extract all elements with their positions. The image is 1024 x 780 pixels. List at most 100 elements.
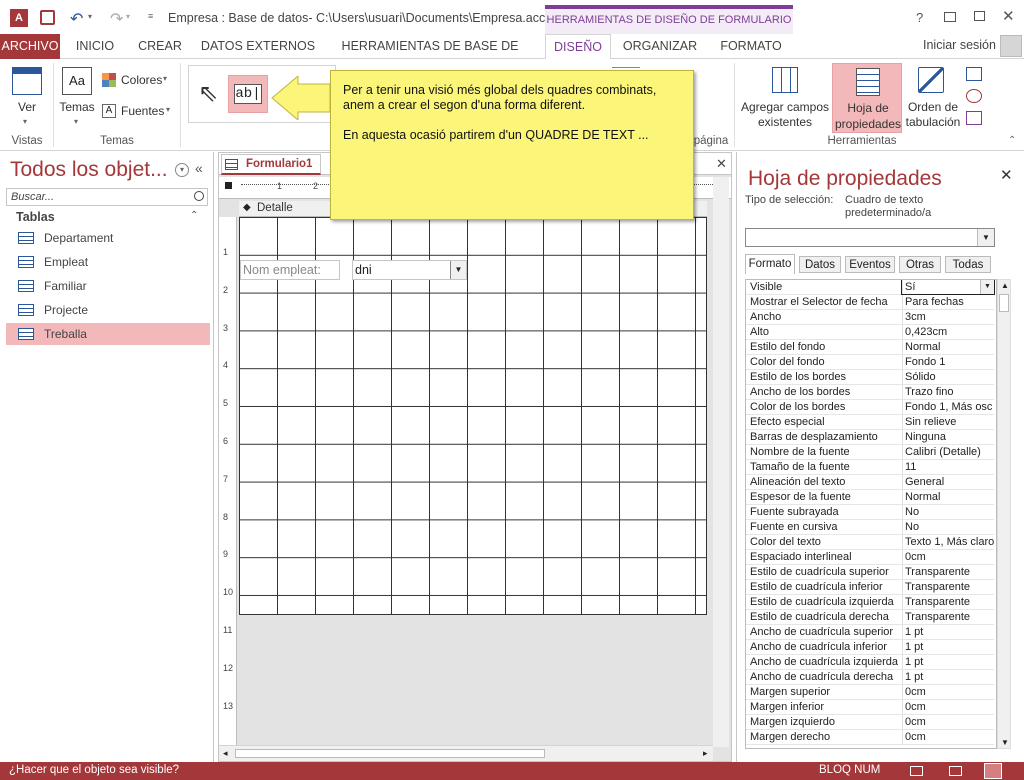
property-value[interactable]: Para fechas — [902, 295, 994, 309]
property-value[interactable]: Normal — [902, 340, 994, 354]
colors-icon[interactable] — [102, 73, 116, 87]
scroll-left-icon[interactable]: ◂ — [223, 748, 228, 759]
property-row[interactable]: Mostrar el Selector de fecha Para fechas — [746, 295, 994, 310]
property-row[interactable]: Estilo del fondo Normal — [746, 340, 994, 355]
tab-order-icon[interactable] — [918, 67, 944, 93]
property-row[interactable]: Barras de desplazamiento Ninguna — [746, 430, 994, 445]
view-dropdown-icon[interactable]: ▾ — [23, 117, 27, 126]
property-row[interactable]: Espesor de la fuente Normal — [746, 490, 994, 505]
property-value[interactable]: Normal — [902, 490, 994, 504]
maximize-button[interactable] — [974, 11, 985, 21]
close-document-icon[interactable]: ✕ — [716, 156, 727, 172]
vertical-scrollbar[interactable] — [713, 177, 729, 747]
object-selector[interactable]: ▼ — [745, 228, 995, 247]
tab-formato[interactable]: FORMATO — [712, 34, 790, 59]
property-row[interactable]: Fuente subrayada No — [746, 505, 994, 520]
property-value[interactable]: 0cm — [902, 700, 994, 714]
customize-qat-icon[interactable]: ≡ — [148, 11, 153, 21]
nav-section-tables[interactable]: Tablas — [16, 210, 55, 224]
nav-item-departament[interactable]: Departament — [6, 227, 210, 249]
property-row[interactable]: Margen derecho 0cm — [746, 730, 994, 745]
design-view-icon[interactable] — [984, 763, 1002, 779]
tab-archivo[interactable]: ARCHIVO — [0, 34, 60, 59]
property-value[interactable]: 0,423cm — [902, 325, 994, 339]
property-value[interactable]: Calibri (Detalle) — [902, 445, 994, 459]
property-row[interactable]: Alineación del texto General — [746, 475, 994, 490]
property-value[interactable]: Transparente — [902, 610, 994, 624]
view-button[interactable]: Ver — [10, 100, 44, 115]
property-scrollbar[interactable]: ▲ ▼ — [997, 279, 1011, 749]
select-pointer-icon[interactable]: ⇖ — [198, 79, 218, 108]
property-row[interactable]: Margen superior 0cm — [746, 685, 994, 700]
property-value[interactable]: Trazo fino — [902, 385, 994, 399]
redo-icon[interactable]: ↷ — [110, 9, 123, 29]
scroll-thumb[interactable] — [999, 294, 1009, 312]
shutter-bar-icon[interactable]: « — [195, 160, 203, 176]
collapse-section-icon[interactable]: ⌃ — [190, 210, 198, 221]
property-value[interactable]: Transparente — [902, 565, 994, 579]
themes-icon[interactable]: Aa — [62, 67, 92, 95]
property-value[interactable]: No — [902, 520, 994, 534]
colors-button[interactable]: Colores — [121, 73, 162, 88]
tab-inicio[interactable]: INICIO — [66, 34, 124, 59]
tab-herramientas-bd[interactable]: HERRAMIENTAS DE BASE DE DATOS — [326, 34, 534, 77]
property-row[interactable]: Ancho de los bordes Trazo fino — [746, 385, 994, 400]
property-value[interactable]: Texto 1, Más claro — [902, 535, 994, 549]
property-value[interactable]: General — [902, 475, 994, 489]
property-value[interactable]: Ninguna — [902, 430, 994, 444]
view-code-icon[interactable] — [966, 89, 982, 103]
layout-view-icon[interactable] — [949, 766, 962, 776]
property-row[interactable]: Ancho de cuadrícula derecha 1 pt — [746, 670, 994, 685]
property-row[interactable]: Nombre de la fuente Calibri (Detalle) — [746, 445, 994, 460]
property-row[interactable]: Estilo de cuadrícula inferior Transparent… — [746, 580, 994, 595]
property-row[interactable]: Espaciado interlineal 0cm — [746, 550, 994, 565]
property-value[interactable]: Fondo 1, Más osc — [902, 400, 994, 414]
nav-item-treballa[interactable]: Treballa — [6, 323, 210, 345]
property-row[interactable]: Ancho de cuadrícula izquierda 1 pt — [746, 655, 994, 670]
tab-diseno[interactable]: DISEÑO — [545, 34, 611, 60]
property-value[interactable]: 0cm — [902, 685, 994, 699]
tab-crear[interactable]: CREAR — [132, 34, 188, 59]
dropdown-arrow-icon[interactable]: ▼ — [980, 280, 994, 294]
view-icon[interactable] — [12, 67, 42, 95]
property-value[interactable]: 1 pt — [902, 625, 994, 639]
tab-order-button[interactable]: Orden de tabulación — [902, 100, 964, 130]
property-sheet-button[interactable]: Hoja de propiedades — [832, 63, 902, 133]
close-window-button[interactable]: ✕ — [1002, 7, 1015, 25]
nav-menu-icon[interactable]: ▾ — [175, 163, 189, 177]
scroll-thumb[interactable] — [235, 749, 545, 758]
undo-dropdown-icon[interactable]: ▾ — [88, 12, 92, 21]
redo-dropdown-icon[interactable]: ▾ — [126, 12, 130, 21]
property-row[interactable]: Alto 0,423cm — [746, 325, 994, 340]
tab-datos-externos[interactable]: DATOS EXTERNOS — [198, 34, 318, 59]
property-row[interactable]: Estilo de cuadrícula izquierda Transparen… — [746, 595, 994, 610]
property-row[interactable]: Estilo de cuadrícula derecha Transparente — [746, 610, 994, 625]
property-value[interactable]: 1 pt — [902, 670, 994, 684]
nav-item-empleat[interactable]: Empleat — [6, 251, 210, 273]
property-value[interactable]: 1 pt — [902, 655, 994, 669]
nav-title[interactable]: Todos los objet... — [10, 158, 168, 182]
property-row[interactable]: Ancho de cuadrícula inferior 1 pt — [746, 640, 994, 655]
property-row[interactable]: Ancho 3cm — [746, 310, 994, 325]
property-value[interactable]: 11 — [902, 460, 994, 474]
employee-name-label[interactable]: Nom empleat: — [240, 260, 340, 280]
document-tab[interactable]: Formulario1 — [221, 154, 321, 175]
property-value[interactable]: 0cm — [902, 730, 994, 744]
prop-tab-formato[interactable]: Formato — [745, 254, 795, 274]
themes-dropdown-icon[interactable]: ▾ — [74, 117, 78, 126]
property-value[interactable]: Transparente — [902, 580, 994, 594]
fonts-button[interactable]: Fuentes — [121, 104, 164, 119]
property-row[interactable]: Fuente en cursiva No — [746, 520, 994, 535]
property-value[interactable]: Transparente — [902, 595, 994, 609]
property-value[interactable]: 0cm — [902, 550, 994, 564]
prop-tab-otras[interactable]: Otras — [899, 256, 941, 273]
add-existing-fields-button[interactable]: Agregar campos existentes — [738, 100, 832, 130]
scroll-right-icon[interactable]: ▸ — [703, 748, 708, 759]
prop-tab-todas[interactable]: Todas — [945, 256, 991, 273]
ribbon-display-icon[interactable] — [944, 12, 956, 22]
user-avatar[interactable] — [1000, 35, 1022, 57]
property-row[interactable]: Visible Sí ▼ — [746, 280, 995, 295]
property-row[interactable]: Estilo de cuadrícula superior Transparent… — [746, 565, 994, 580]
undo-icon[interactable]: ↶ — [70, 9, 83, 29]
dni-combo-box[interactable]: dni ▼ — [352, 260, 467, 280]
